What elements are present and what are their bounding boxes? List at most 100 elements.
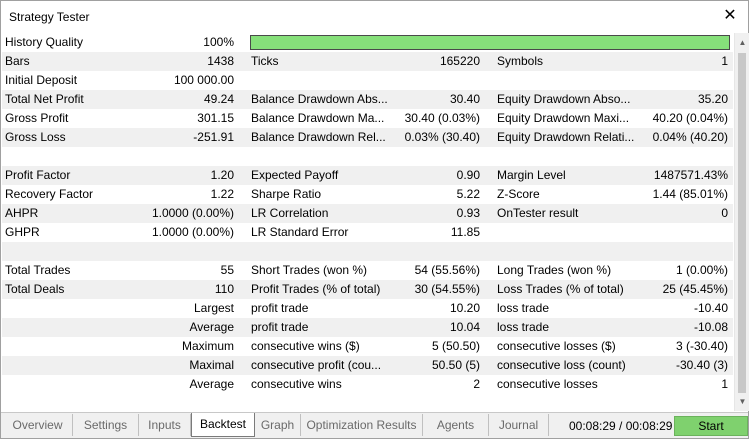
cell-c5 — [497, 147, 637, 166]
cell-c3 — [251, 147, 391, 166]
cell-c5: Loss Trades (% of total) — [497, 282, 624, 296]
cell-c3: Profit Trades (% of total) — [251, 282, 381, 296]
table-row: Total Deals 110 Profit Trades (% of total)… — [2, 280, 733, 299]
cell-c6: 1487571.43% — [653, 168, 728, 182]
cell-c4 — [382, 242, 480, 261]
tab-settings[interactable]: Settings — [73, 414, 139, 436]
tab-inputs[interactable]: Inputs — [139, 414, 191, 436]
cell-c5: OnTester result — [497, 206, 579, 220]
table-row: Largest profit trade 10.20 loss trade -10.40 — [2, 299, 733, 318]
cell-c2: Maximum — [181, 339, 234, 353]
cell-c4: 2 — [473, 377, 480, 391]
cell-c5: Z-Score — [497, 187, 540, 201]
cell-c2: 100% — [203, 35, 234, 49]
tab-backtest[interactable]: Backtest — [191, 413, 255, 437]
tab-bar: Overview Settings Inputs Backtest Graph Optim… — [1, 412, 748, 438]
start-button[interactable]: Start — [674, 416, 748, 436]
cell-c2: Largest — [193, 301, 234, 315]
table-row: Average profit trade 10.04 loss trade -10.08 — [2, 318, 733, 337]
cell-c3 — [251, 71, 391, 90]
cell-c4: 5.22 — [456, 187, 480, 201]
cell-c3: Short Trades (won %) — [251, 263, 368, 277]
cell-c4: 0.90 — [456, 168, 480, 182]
cell-c6: -10.40 — [693, 301, 728, 315]
cell-c4: 0.93 — [456, 206, 480, 220]
cell-c5 — [497, 242, 637, 261]
close-icon[interactable]: ✕ — [720, 6, 740, 26]
cell-c6 — [622, 147, 728, 166]
cell-c4: 5 (50.50) — [431, 339, 480, 353]
tab-optimization-results[interactable]: Optimization Results — [301, 414, 423, 436]
table-row — [2, 147, 733, 166]
table-row: Bars 1438 Ticks 165220 Symbols 1 — [2, 52, 733, 71]
cell-c2: Maximal — [189, 358, 234, 372]
vertical-scrollbar[interactable]: ▲ ▼ — [734, 33, 749, 411]
cell-c3: LR Correlation — [251, 206, 329, 220]
cell-c5: Equity Drawdown Relati... — [497, 130, 635, 144]
cell-c4 — [382, 147, 480, 166]
cell-c4 — [382, 71, 480, 90]
table-row: Maximum consecutive wins ($) 5 (50.50) cons… — [2, 337, 733, 356]
cell-c3: profit trade — [251, 301, 309, 315]
cell-c2: 1.0000 (0.00%) — [151, 225, 234, 239]
scroll-up-arrow-icon[interactable]: ▲ — [735, 35, 749, 50]
cell-c2: Average — [189, 320, 234, 334]
cell-c6: 1 — [721, 54, 728, 68]
cell-c3: consecutive wins — [251, 377, 342, 391]
cell-c6: 1.44 (85.01%) — [652, 187, 728, 201]
cell-c3: Balance Drawdown Rel... — [251, 130, 386, 144]
cell-c5: consecutive losses — [497, 377, 598, 391]
cell-c3: Balance Drawdown Abs... — [251, 92, 388, 106]
table-row: Initial Deposit 100 000.00 — [2, 71, 733, 90]
cell-c2: 110 — [214, 282, 234, 296]
cell-c6 — [622, 242, 728, 261]
cell-c6: 25 (45.45%) — [662, 282, 728, 296]
cell-c3: consecutive profit (cou... — [251, 358, 382, 372]
cell-c5: consecutive loss (count) — [497, 358, 626, 372]
cell-c5: Margin Level — [497, 168, 566, 182]
cell-c3: Balance Drawdown Ma... — [251, 111, 385, 125]
elapsed-timer: 00:08:29 / 00:08:29 — [569, 419, 673, 433]
cell-c2: 55 — [220, 263, 234, 277]
scroll-thumb[interactable] — [738, 53, 746, 393]
cell-c3 — [251, 242, 391, 261]
table-row: Recovery Factor 1.22 Sharpe Ratio 5.22 Z-Sco… — [2, 185, 733, 204]
cell-c4: 50.50 (5) — [431, 358, 480, 372]
cell-c6: -10.08 — [693, 320, 728, 334]
cell-c4: 165220 — [439, 54, 480, 68]
history-quality-bar — [250, 35, 730, 50]
window-title: Strategy Tester — [9, 10, 90, 24]
cell-c2: 301.15 — [197, 111, 234, 125]
cell-c4: 30.40 (0.03%) — [404, 111, 480, 125]
cell-c6: 35.20 — [697, 92, 728, 106]
cell-c2: 1.20 — [210, 168, 234, 182]
tab-graph[interactable]: Graph — [255, 414, 301, 436]
cell-c5: loss trade — [497, 320, 550, 334]
table-row: History Quality 100% — [2, 33, 733, 52]
cell-c5: loss trade — [497, 301, 550, 315]
tab-journal[interactable]: Journal — [489, 414, 549, 436]
cell-c6: 1 — [721, 377, 728, 391]
cell-c2: 1.0000 (0.00%) — [151, 206, 234, 220]
table-row: Maximal consecutive profit (cou... 50.50 (… — [2, 356, 733, 375]
cell-c3: Sharpe Ratio — [251, 187, 322, 201]
cell-c4: 30.40 — [449, 92, 480, 106]
cell-c6: -30.40 (3) — [675, 358, 728, 372]
scroll-down-arrow-icon[interactable]: ▼ — [735, 394, 749, 409]
backtest-results-grid: History Quality 100% Bars 1438 Ticks 165220 Sy… — [2, 33, 733, 393]
table-row: Average consecutive wins 2 consecutive loss… — [2, 375, 733, 393]
cell-c6 — [622, 71, 728, 90]
table-row: Total Trades 55 Short Trades (won %) 54 (55… — [2, 261, 733, 280]
cell-c6: 40.20 (0.04%) — [652, 111, 728, 125]
cell-c2: 49.24 — [203, 92, 234, 106]
cell-c2: 1438 — [207, 54, 234, 68]
cell-c4: 30 (54.55%) — [414, 282, 480, 296]
cell-c5 — [497, 223, 637, 242]
cell-c2 — [62, 147, 234, 166]
cell-c4: 0.03% (30.40) — [404, 130, 480, 144]
tab-overview[interactable]: Overview — [3, 414, 73, 436]
tab-agents[interactable]: Agents — [423, 414, 489, 436]
cell-c5 — [497, 71, 637, 90]
cell-c3: LR Standard Error — [251, 225, 349, 239]
cell-c6: 0 — [721, 206, 728, 220]
